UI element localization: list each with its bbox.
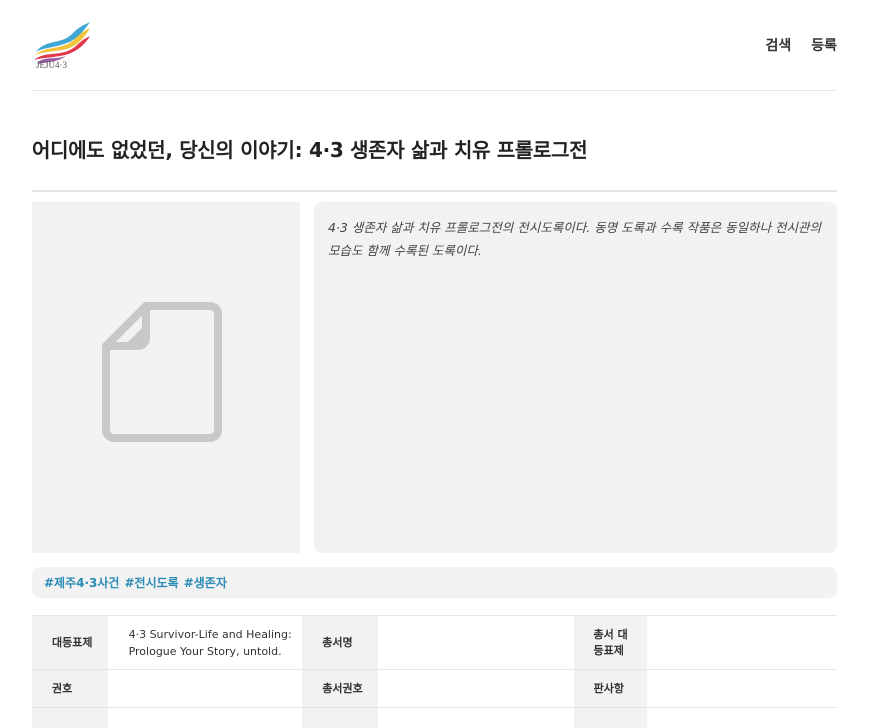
field-label: 판사항: [573, 670, 648, 707]
field-label: 총서 대등표제: [573, 616, 648, 669]
description-text: 4·3 생존자 삶과 치유 프롤로그전의 전시도록이다. 동명 도록과 수록 작…: [328, 220, 822, 258]
site-header: JEJU4·3 검색 등록: [32, 0, 837, 91]
tag-link[interactable]: #전시도록: [124, 574, 178, 591]
field-value: [647, 616, 837, 669]
metadata-table: 대등표제 4·3 Survivor-Life and Healing: Prol…: [32, 615, 837, 728]
jeju43-logo[interactable]: JEJU4·3: [32, 18, 94, 72]
field-label: 총서명: [302, 616, 378, 669]
nav-search-link[interactable]: 검색: [765, 35, 791, 55]
field-label: 대등표제: [32, 616, 108, 669]
field-value: [647, 670, 837, 707]
description-panel: 4·3 생존자 삶과 치유 프롤로그전의 전시도록이다. 동명 도록과 수록 작…: [314, 202, 837, 553]
field-label: [32, 708, 108, 728]
tag-bar: #제주4·3사건 #전시도록 #생존자: [32, 567, 837, 598]
field-value: [378, 708, 574, 728]
thumbnail-panel: [32, 202, 300, 553]
top-nav: 검색 등록: [765, 35, 837, 55]
table-row: 대등표제 4·3 Survivor-Life and Healing: Prol…: [32, 616, 837, 670]
field-value: 4·3 Survivor-Life and Healing: Prologue …: [128, 627, 292, 658]
page-title: 어디에도 없었던, 당신의 이야기: 4·3 생존자 삶과 치유 프롤로그전: [32, 138, 588, 162]
field-value: [378, 670, 574, 707]
field-value: [378, 616, 574, 669]
field-value: [647, 708, 837, 728]
document-icon: [102, 302, 222, 442]
logo-text: JEJU4·3: [36, 60, 67, 70]
field-label: 총서권호: [302, 670, 378, 707]
table-row: 권호 총서권호 판사항: [32, 670, 837, 708]
field-label: 권호: [32, 670, 108, 707]
field-label: [573, 708, 648, 728]
field-label: [302, 708, 378, 728]
tag-link[interactable]: #제주4·3사건: [44, 574, 119, 591]
field-value: [108, 708, 303, 728]
title-divider: [32, 190, 837, 192]
table-row: [32, 708, 837, 728]
nav-register-link[interactable]: 등록: [811, 35, 837, 55]
field-value: [108, 670, 303, 707]
tag-link[interactable]: #생존자: [184, 574, 227, 591]
